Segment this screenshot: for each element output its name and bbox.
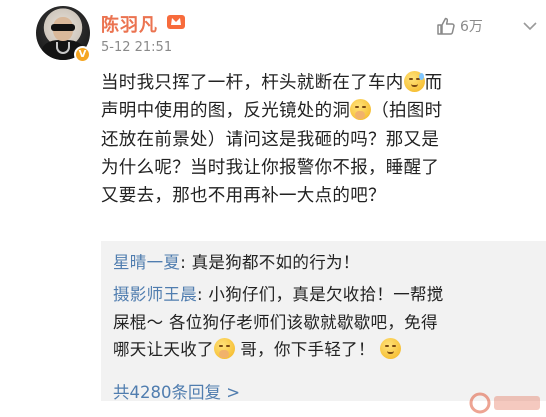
like-count: 6万 bbox=[460, 19, 483, 35]
post-text-segment: （拍图时 bbox=[371, 101, 443, 122]
shrug-emoji-icon bbox=[380, 338, 402, 359]
member-crown-icon bbox=[167, 15, 185, 29]
reply-text: 屎棍～ 各位狗仔老师们该歇就歇歇吧，免得 bbox=[113, 312, 438, 332]
post-text-segment: 而 bbox=[424, 73, 443, 93]
reply-text: 哥，你下手轻了！ bbox=[234, 340, 375, 359]
reply-text: 小狗仔们，真是欠收拾！一帮搅 bbox=[208, 285, 444, 304]
post-text-segment: 当时我只挥了一杆，杆头就断在了车内 bbox=[101, 73, 404, 93]
post-line-1: 当时我只挥了一杆，杆头就断在了车内而 bbox=[101, 69, 543, 97]
replies-panel: 星晴一夏: 真是狗都不如的行为！ 摄影师王晨: 小狗仔们，真是欠收拾！一帮搅 屎… bbox=[101, 241, 546, 403]
post-line-4: 为什么呢？当时我让你报警你不报，睡醒了 bbox=[101, 157, 440, 178]
avatar-glasses bbox=[51, 24, 75, 31]
verified-badge-icon: V bbox=[74, 46, 91, 63]
post-line-3: 还放在前景处）请问这是我砸的吗？那又是 bbox=[101, 129, 440, 150]
post-content: 当时我只挥了一杆，杆头就断在了车内而 声明中使用的图，反光镜处的洞 （拍图时 还放… bbox=[101, 69, 543, 210]
post-text-segment: 声明中使用的图，反光镜处的洞 bbox=[101, 101, 351, 122]
reply-author[interactable]: 摄影师王晨 bbox=[113, 285, 197, 304]
view-all-replies-link[interactable]: 共4280条回复 > bbox=[113, 379, 240, 403]
reply-separator: : bbox=[197, 285, 209, 304]
reply-text: 哪天让天收了 bbox=[113, 340, 214, 359]
like-button[interactable]: 6万 bbox=[436, 16, 483, 36]
reply-text: 真是狗都不如的行为！ bbox=[191, 253, 360, 272]
thinking-emoji-icon bbox=[213, 338, 235, 359]
reply-separator: : bbox=[180, 253, 192, 272]
chevron-down-icon[interactable] bbox=[522, 18, 538, 34]
reply-author[interactable]: 星晴一夏 bbox=[113, 253, 180, 272]
reply-item[interactable]: 摄影师王晨: 小狗仔们，真是欠收拾！一帮搅 屎棍～ 各位狗仔老师们该歇就歇歇吧，… bbox=[113, 281, 538, 364]
thinking-emoji-icon bbox=[350, 99, 372, 121]
sweat-emoji-icon bbox=[403, 71, 425, 92]
post-line-5: 又要去，那也不用再补一大点的吧？ bbox=[101, 186, 386, 207]
watermark-logo bbox=[469, 392, 540, 414]
username[interactable]: 陈羽凡 bbox=[101, 11, 158, 37]
thumbs-up-icon bbox=[437, 17, 455, 35]
reply-item[interactable]: 星晴一夏: 真是狗都不如的行为！ bbox=[113, 249, 538, 277]
post-timestamp: 5-12 21:51 bbox=[101, 40, 173, 55]
post-line-2: 声明中使用的图，反光镜处的洞 （拍图时 bbox=[101, 97, 543, 125]
